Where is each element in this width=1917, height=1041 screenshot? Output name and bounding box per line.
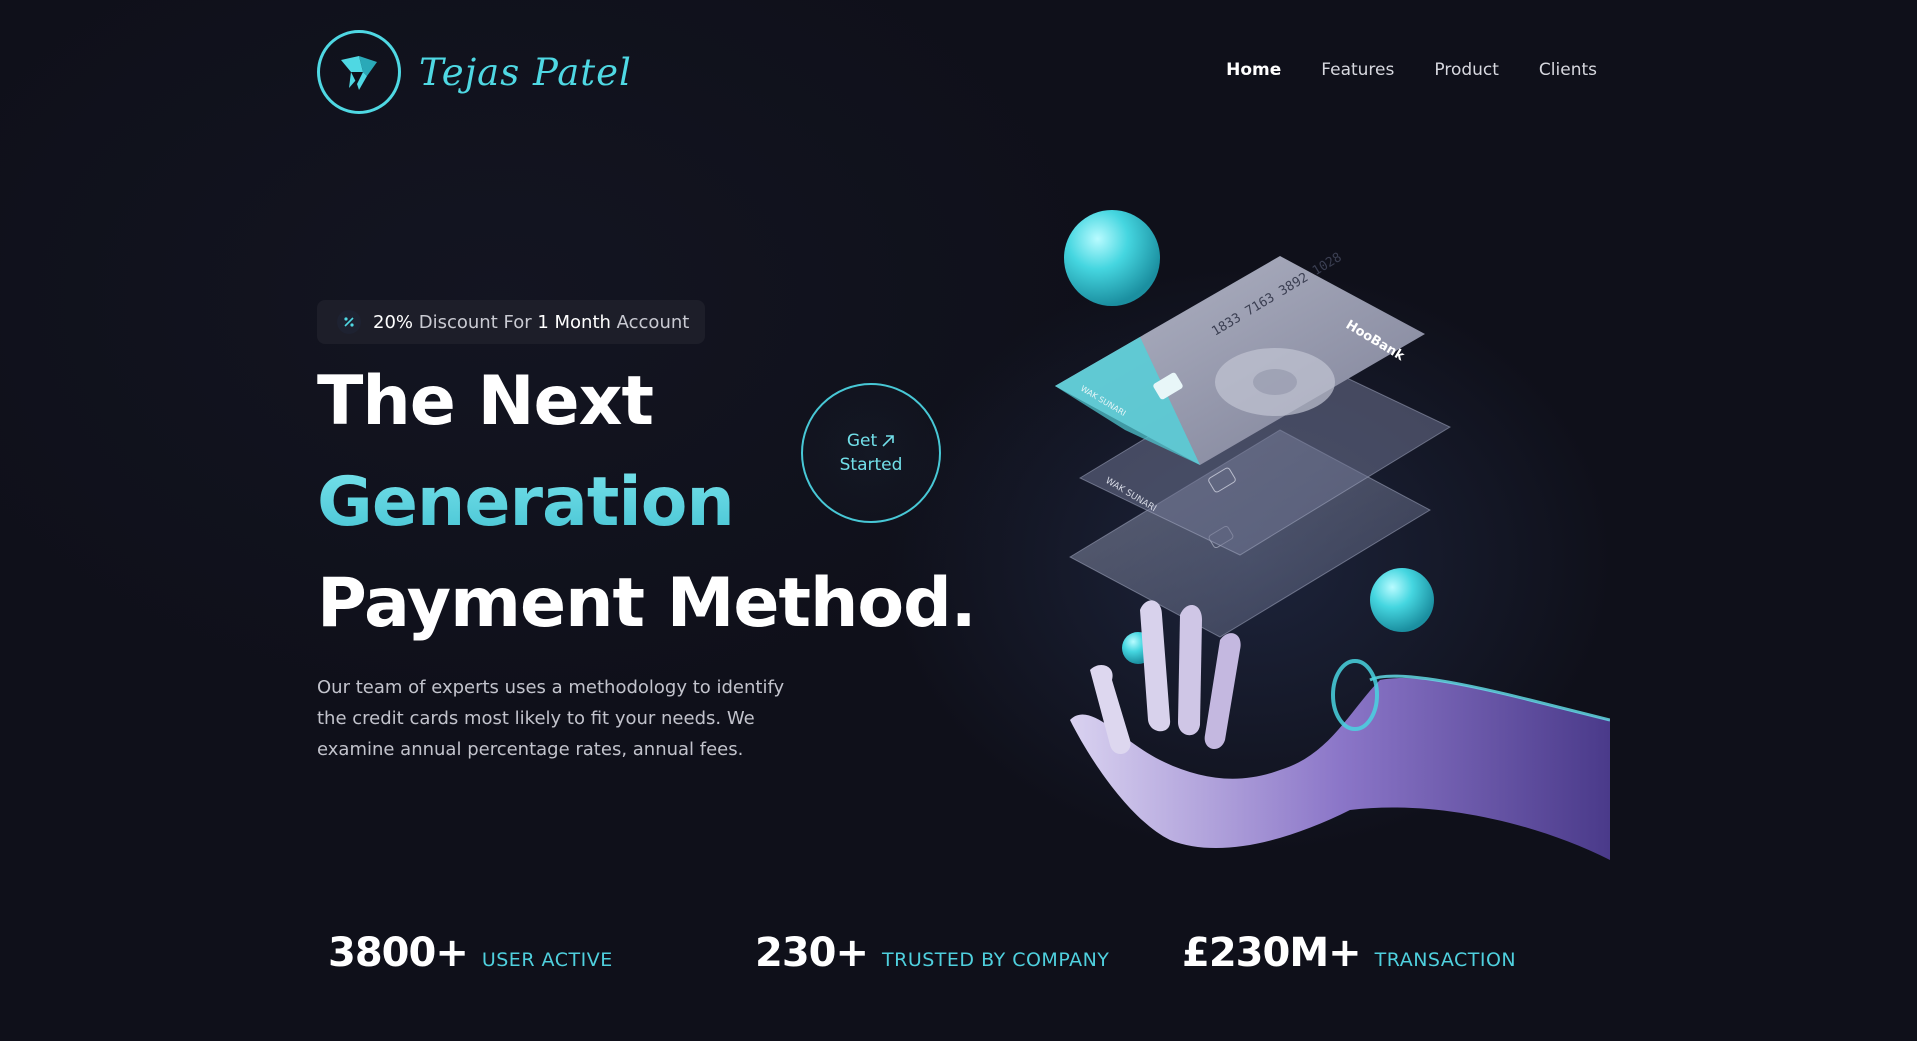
nav-item-features[interactable]: Features (1321, 60, 1394, 80)
nav-item-clients[interactable]: Clients (1539, 60, 1597, 80)
stat-value: 230+ (755, 930, 869, 976)
nav-item-home[interactable]: Home (1226, 60, 1281, 80)
hero-description: Our team of experts uses a methodology t… (317, 677, 785, 760)
top-navbar: Tejas Patel Home Features Product Client… (317, 30, 1597, 114)
hero-illustration: WAK SUNARI 1833 7163 3892 1028 HooBank W… (1050, 200, 1611, 860)
discount-text: 20% Discount For 1 Month Account (373, 311, 690, 333)
brand-name: Tejas Patel (419, 50, 632, 94)
decor-sphere-large (1064, 210, 1160, 306)
nav-menu: Home Features Product Clients (1226, 60, 1597, 80)
arrow-up-right-icon (882, 435, 894, 447)
cta-label-line-1: Get (846, 431, 878, 451)
discount-icon (337, 310, 361, 334)
stat-label: TRUSTED BY COMPANY (882, 949, 1110, 971)
origami-bird-icon (317, 30, 401, 114)
stat-transactions: £230M+ TRANSACTION (1182, 930, 1516, 976)
hero-title-line-1: The Next (317, 362, 654, 441)
stat-label: TRANSACTION (1374, 949, 1517, 971)
hero-title-line-3: Payment Method. (317, 564, 977, 643)
landing-page: Tejas Patel Home Features Product Client… (0, 0, 1917, 1041)
stat-users: 3800+ USER ACTIVE (328, 930, 613, 976)
get-started-button[interactable]: Get Started (801, 383, 941, 523)
discount-badge: 20% Discount For 1 Month Account (317, 300, 706, 344)
decor-sphere-medium (1370, 568, 1434, 632)
hero-title-line-2: Generation (317, 453, 735, 553)
robot-hand (1070, 600, 1611, 860)
stat-companies: 230+ TRUSTED BY COMPANY (755, 930, 1109, 976)
nav-item-product[interactable]: Product (1434, 60, 1499, 80)
stat-label: USER ACTIVE (481, 949, 613, 971)
cta-label-line-2: Started (839, 455, 903, 475)
brand-logo[interactable]: Tejas Patel (317, 30, 632, 114)
stat-value: £230M+ (1182, 930, 1362, 976)
stat-value: 3800+ (328, 930, 469, 976)
